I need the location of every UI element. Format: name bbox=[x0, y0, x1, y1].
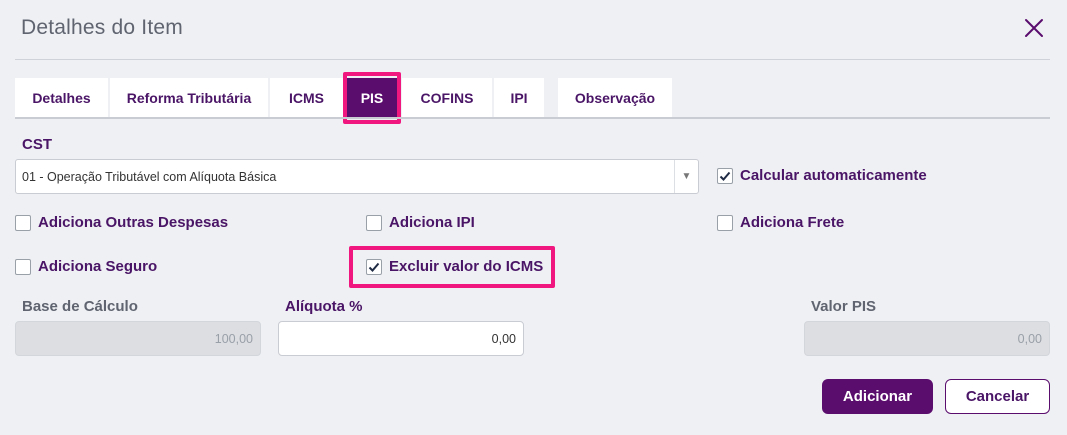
dialog-title: Detalhes do Item bbox=[21, 16, 183, 39]
checkbox-calcular-automaticamente[interactable]: Calcular automaticamente bbox=[717, 167, 927, 184]
close-icon[interactable] bbox=[1022, 16, 1046, 40]
tab-cofins[interactable]: COFINS bbox=[402, 78, 492, 118]
checkbox-label: Adiciona Frete bbox=[740, 214, 845, 231]
tab-observacao[interactable]: Observação bbox=[558, 78, 672, 118]
cancelar-button[interactable]: Cancelar bbox=[945, 379, 1050, 414]
tab-reforma-tributaria[interactable]: Reforma Tributária bbox=[110, 78, 268, 118]
tabs-divider bbox=[15, 117, 1050, 119]
tab-ipi[interactable]: IPI bbox=[494, 78, 544, 118]
tab-detalhes[interactable]: Detalhes bbox=[15, 78, 108, 118]
aliquota-field[interactable]: 0,00 bbox=[278, 321, 524, 356]
valor-pis-label: Valor PIS bbox=[811, 298, 877, 315]
header-divider bbox=[15, 59, 1050, 60]
aliquota-label: Alíquota % bbox=[285, 298, 363, 315]
checkbox-adiciona-outras-despesas[interactable]: Adiciona Outras Despesas bbox=[15, 214, 228, 231]
cst-label: CST bbox=[22, 136, 52, 153]
excluir-icms-highlight bbox=[349, 246, 555, 288]
checkbox-adiciona-frete[interactable]: Adiciona Frete bbox=[717, 214, 844, 231]
checkbox-label: Adiciona Outras Despesas bbox=[38, 214, 229, 231]
checkbox-label: Calcular automaticamente bbox=[740, 167, 927, 184]
base-calculo-label: Base de Cálculo bbox=[22, 298, 138, 315]
checkbox-unchecked-icon[interactable] bbox=[15, 214, 31, 231]
tab-icms[interactable]: ICMS bbox=[270, 78, 343, 118]
checkbox-adiciona-ipi[interactable]: Adiciona IPI bbox=[366, 214, 475, 231]
checkbox-label: Adiciona Seguro bbox=[38, 258, 158, 275]
checkbox-checked-icon[interactable] bbox=[717, 167, 733, 184]
base-calculo-field: 100,00 bbox=[15, 321, 261, 356]
chevron-down-icon[interactable]: ▼ bbox=[674, 160, 698, 193]
adicionar-button[interactable]: Adicionar bbox=[822, 379, 933, 414]
checkbox-adiciona-seguro[interactable]: Adiciona Seguro bbox=[15, 258, 157, 275]
cst-select[interactable]: 01 - Operação Tributável com Alíquota Bá… bbox=[15, 159, 699, 194]
checkbox-unchecked-icon[interactable] bbox=[15, 258, 31, 275]
cst-select-value: 01 - Operação Tributável com Alíquota Bá… bbox=[22, 169, 277, 184]
checkbox-unchecked-icon[interactable] bbox=[366, 214, 382, 231]
checkbox-label: Adiciona IPI bbox=[389, 214, 475, 231]
checkbox-unchecked-icon[interactable] bbox=[717, 214, 733, 231]
valor-pis-field: 0,00 bbox=[804, 321, 1050, 356]
item-details-dialog: Detalhes do Item Detalhes Reforma Tribut… bbox=[0, 0, 1067, 435]
